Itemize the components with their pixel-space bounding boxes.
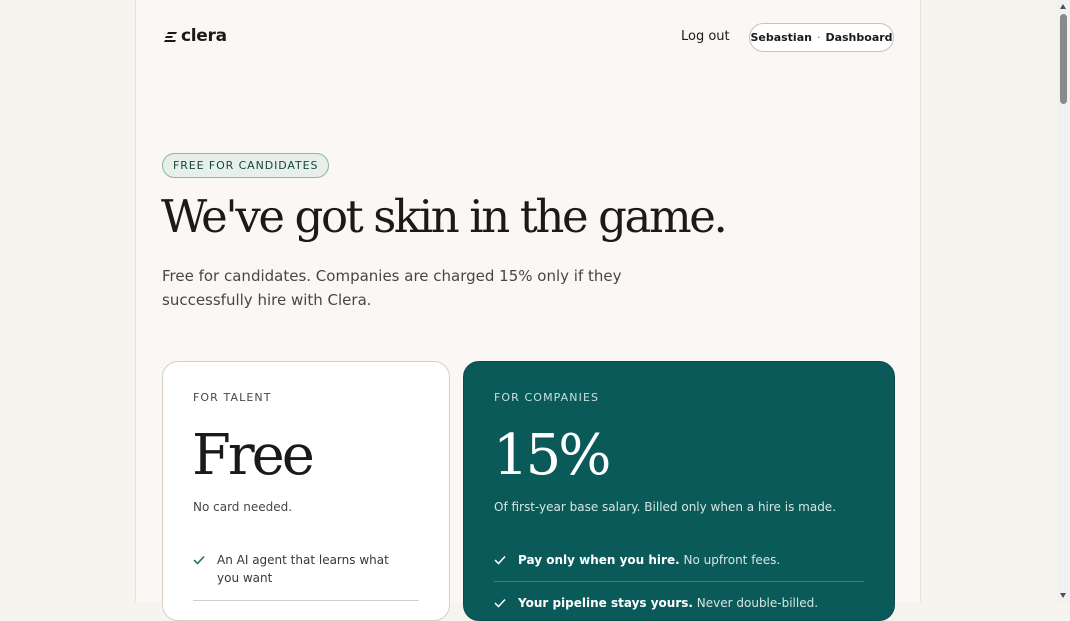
logout-link[interactable]: Log out: [681, 29, 730, 44]
feature-strong-text: Your pipeline stays yours.: [518, 596, 693, 610]
dashboard-label: Dashboard: [825, 31, 893, 44]
talent-divider: [193, 600, 419, 601]
companies-eyebrow: FOR COMPANIES: [494, 391, 600, 404]
talent-note: No card needed.: [193, 500, 293, 514]
brand-name: clera: [181, 26, 227, 46]
nav-separator: ·: [816, 31, 821, 44]
vertical-scrollbar[interactable]: [1057, 0, 1070, 602]
check-icon: [494, 551, 507, 569]
scroll-down-arrow-icon[interactable]: [1060, 593, 1066, 598]
feature-detail-text: Never double-billed.: [692, 596, 819, 610]
free-for-candidates-badge: FREE FOR CANDIDATES: [162, 153, 330, 178]
clera-logo-icon: [164, 31, 177, 42]
companies-pricing-card: FOR COMPANIES 15% Of first-year base sal…: [463, 361, 895, 621]
feature-detail-text: No upfront fees.: [679, 553, 781, 567]
user-name: Sebastian: [750, 31, 812, 44]
page-headline: We've got skin in the game.: [161, 190, 728, 243]
talent-feature-item: An AI agent that learns what you want: [193, 551, 413, 587]
companies-feature-text: Pay only when you hire. No upfront fees.: [518, 551, 780, 569]
companies-price: 15%: [493, 423, 611, 488]
clera-logo[interactable]: clera: [164, 28, 227, 45]
companies-feature-item: Your pipeline stays yours. Never double-…: [494, 594, 864, 612]
talent-price: Free: [192, 423, 315, 488]
scroll-up-arrow-icon[interactable]: [1060, 4, 1066, 9]
hero-subtitle: Free for candidates. Companies are charg…: [162, 267, 622, 309]
talent-pricing-card: FOR TALENT Free No card needed. An AI ag…: [162, 361, 450, 621]
check-icon: [494, 594, 507, 612]
companies-feature-text: Your pipeline stays yours. Never double-…: [518, 594, 818, 612]
companies-divider: [494, 581, 864, 582]
companies-feature-item: Pay only when you hire. No upfront fees.: [494, 551, 864, 569]
scrollbar-thumb[interactable]: [1060, 14, 1067, 104]
feature-strong-text: Pay only when you hire.: [518, 553, 680, 567]
talent-eyebrow: FOR TALENT: [193, 391, 272, 404]
check-icon: [193, 551, 206, 569]
user-dashboard-button[interactable]: Sebastian · Dashboard: [749, 23, 894, 52]
talent-feature-text: An AI agent that learns what you want: [217, 553, 389, 585]
companies-note: Of first-year base salary. Billed only w…: [494, 500, 837, 514]
